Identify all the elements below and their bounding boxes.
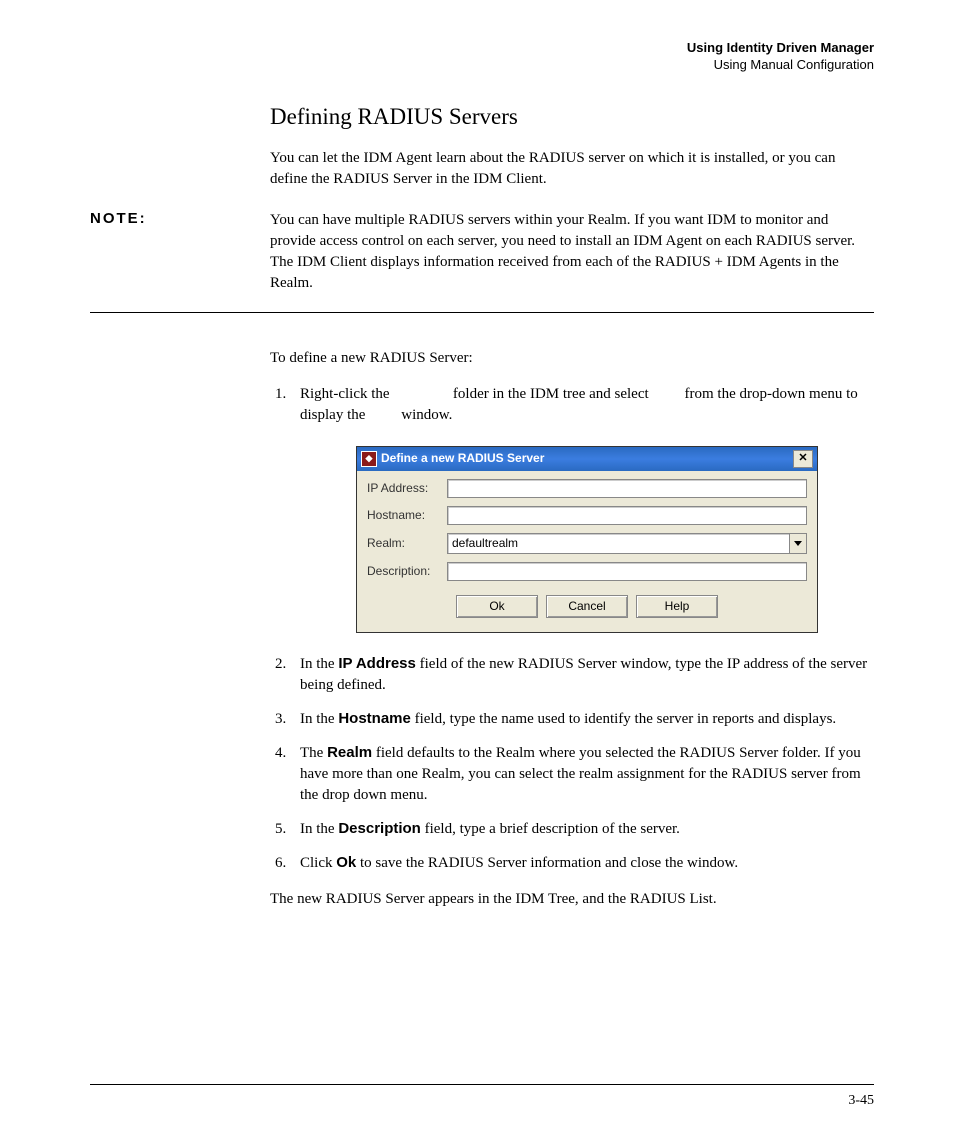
dialog-app-icon: ◆ <box>361 451 377 467</box>
hostname-field[interactable] <box>447 506 807 525</box>
hostname-label: Hostname: <box>367 507 447 524</box>
closing-paragraph: The new RADIUS Server appears in the IDM… <box>270 889 874 910</box>
note-block: NOTE: You can have multiple RADIUS serve… <box>90 210 874 313</box>
help-button[interactable]: Help <box>636 595 718 618</box>
step-2: In the IP Address field of the new RADIU… <box>290 653 874 696</box>
chevron-down-icon[interactable] <box>789 534 806 553</box>
step-6: Click Ok to save the RADIUS Server infor… <box>290 852 874 874</box>
close-icon[interactable]: ✕ <box>793 450 813 468</box>
cancel-button[interactable]: Cancel <box>546 595 628 618</box>
lead-sentence: To define a new RADIUS Server: <box>270 348 874 369</box>
header-subtitle: Using Manual Configuration <box>90 57 874 74</box>
define-radius-dialog: ◆ Define a new RADIUS Server ✕ IP Addres… <box>356 446 818 633</box>
steps-list: Right-click the RADIUS folder in the IDM… <box>270 384 874 874</box>
step-3: In the Hostname field, type the name use… <box>290 708 874 730</box>
header-title: Using Identity Driven Manager <box>90 40 874 57</box>
description-label: Description: <box>367 563 447 580</box>
dialog-titlebar: ◆ Define a new RADIUS Server ✕ <box>357 447 817 471</box>
realm-label: Realm: <box>367 535 447 552</box>
realm-value: defaultrealm <box>448 534 789 553</box>
dialog-title-text: Define a new RADIUS Server <box>381 450 544 467</box>
step-4: The Realm field defaults to the Realm wh… <box>290 742 874 806</box>
ip-label: IP Address: <box>367 480 447 497</box>
realm-select[interactable]: defaultrealm <box>447 533 807 554</box>
page-header: Using Identity Driven Manager Using Manu… <box>90 40 874 74</box>
note-label: NOTE: <box>90 210 270 294</box>
step-5: In the Description field, type a brief d… <box>290 818 874 840</box>
note-text: You can have multiple RADIUS servers wit… <box>270 210 874 294</box>
intro-paragraph: You can let the IDM Agent learn about th… <box>270 148 874 190</box>
page-number: 3-45 <box>848 1093 874 1108</box>
section-title: Defining RADIUS Servers <box>270 104 874 130</box>
ip-address-field[interactable] <box>447 479 807 498</box>
step-1: Right-click the RADIUS folder in the IDM… <box>290 384 874 633</box>
description-field[interactable] <box>447 562 807 581</box>
page-footer: 3-45 <box>90 1084 874 1109</box>
ok-button[interactable]: Ok <box>456 595 538 618</box>
